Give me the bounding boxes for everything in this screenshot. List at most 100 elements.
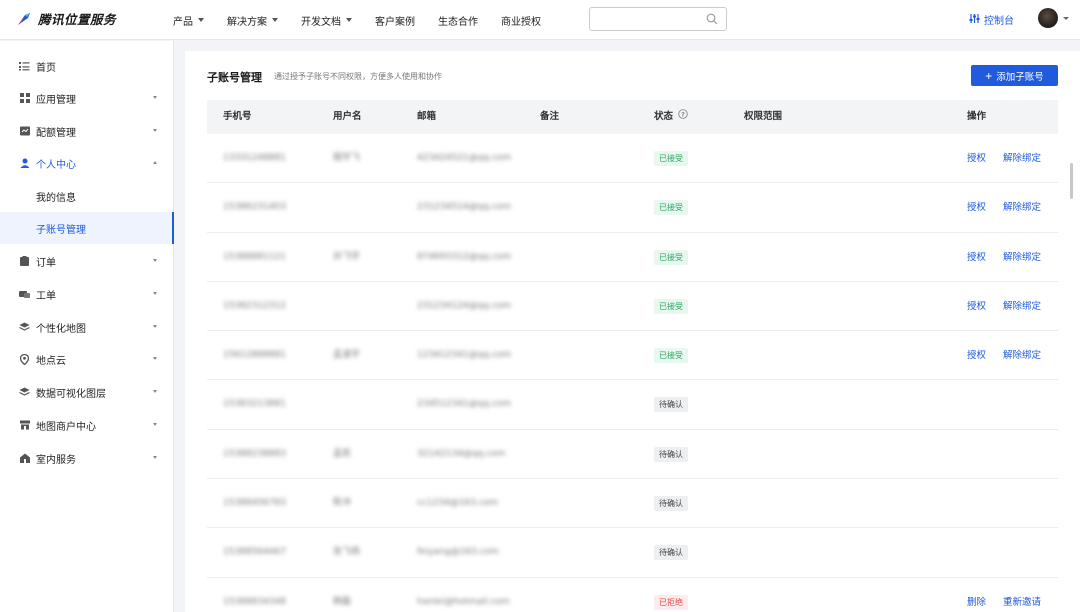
row-action-link[interactable]: 授权: [967, 183, 986, 232]
sidebar-item-tickets[interactable]: 工单: [0, 278, 174, 310]
chevron-down-icon: [153, 292, 157, 295]
ticket-icon: [19, 289, 30, 300]
cell-email: cc1234@163.com: [417, 498, 499, 509]
sidebar-item-custom-map[interactable]: 个性化地图: [0, 311, 174, 343]
nav-label: 客户案例: [375, 16, 415, 28]
chevron-up-icon: [153, 161, 157, 164]
status-badge: 已接受: [654, 298, 688, 314]
sidebar-item-personal-center[interactable]: 个人中心: [0, 147, 174, 179]
row-action-link[interactable]: 重新邀请: [1003, 578, 1041, 612]
row-action-link[interactable]: 解除绑定: [1003, 134, 1041, 183]
cell-phone: 15386231403: [223, 202, 286, 213]
status-badge: 已接受: [654, 200, 688, 216]
cell-phone: 15383213881: [223, 399, 286, 410]
sidebar-item-data-viz[interactable]: 数据可视化图层: [0, 376, 174, 408]
cell-email: 32142134@qq.com: [417, 448, 506, 459]
status-badge: 待确认: [654, 446, 688, 462]
main-panel: 子账号管理 通过授予子账号不同权限，方便多人使用和协作 + 添加子账号 手机号 …: [185, 51, 1080, 612]
console-link[interactable]: 控制台: [969, 12, 1014, 27]
sidebar-item-label: 个人中心: [36, 159, 76, 171]
row-action-link[interactable]: 解除绑定: [1003, 282, 1041, 331]
caret-down-icon: [272, 18, 278, 22]
nav-label: 产品: [173, 16, 193, 28]
search-icon[interactable]: [706, 13, 718, 28]
status-badge: 已接受: [654, 348, 688, 364]
nav-item-solutions[interactable]: 解决方案: [227, 13, 278, 28]
sidebar-item-orders[interactable]: 订单: [0, 245, 174, 277]
nav-item-product[interactable]: 产品: [173, 13, 204, 28]
sidebar-item-label: 室内服务: [36, 454, 76, 466]
table-body: 13331248881 程宇飞 423424521@qq.com 已接受 授权 解除绑定 1…: [207, 134, 1058, 612]
table-row: 15612888881 孟凌宇 123412341@qq.com 已接受 授权 解除绑定: [207, 331, 1058, 381]
chevron-down-icon: [153, 357, 157, 360]
sidebar-item-merchant-center[interactable]: 地图商户中心: [0, 409, 174, 441]
sidebar-item-label: 子账号管理: [36, 224, 86, 236]
chevron-down-icon: [153, 259, 157, 262]
help-icon[interactable]: ?: [678, 100, 688, 134]
sidebar-item-label: 个性化地图: [36, 323, 86, 335]
table-row: 15388881121 孙飞宇 874693312@qq.com 已接受 授权 解除绑定: [207, 233, 1058, 282]
sidebar-item-label: 工单: [36, 290, 56, 302]
sliders-icon: [969, 13, 980, 27]
sidebar-item-label: 地点云: [36, 355, 66, 367]
row-action-link[interactable]: 授权: [967, 331, 986, 380]
quota-icon: [19, 126, 30, 137]
plus-icon: +: [985, 68, 993, 83]
table-row: 15383213881 234512341@qq.com 待确认: [207, 380, 1058, 430]
cell-phone: 15388881121: [223, 251, 286, 262]
row-action-link[interactable]: 授权: [967, 282, 986, 331]
nav-item-license[interactable]: 商业授权: [501, 13, 541, 28]
sidebar-item-my-info[interactable]: 我的信息: [0, 180, 174, 212]
cell-email: hanlei@hotmail.com: [417, 596, 510, 607]
add-sub-account-button[interactable]: + 添加子账号: [971, 65, 1058, 86]
chevron-down-icon: [153, 390, 157, 393]
column-header-phone: 手机号: [223, 111, 252, 122]
main-nav: 产品 解决方案 开发文档 客户案例 生态合作 商业授权: [173, 0, 564, 40]
page-description: 通过授予子账号不同权限，方便多人使用和协作: [274, 72, 442, 81]
scrollbar[interactable]: [1070, 163, 1073, 199]
search-input[interactable]: [596, 8, 706, 30]
table-header: 手机号 用户名 邮箱 备注 状态 ? 权限范围 操作: [207, 100, 1058, 134]
logo[interactable]: 腾讯位置服务: [16, 9, 116, 28]
nav-item-cases[interactable]: 客户案例: [375, 13, 415, 28]
user-menu[interactable]: [1038, 8, 1069, 28]
nav-label: 开发文档: [301, 16, 341, 28]
chevron-down-icon: [153, 129, 157, 132]
nav-item-partners[interactable]: 生态合作: [438, 13, 478, 28]
logo-icon: [16, 11, 32, 27]
avatar[interactable]: [1038, 8, 1058, 28]
caret-down-icon: [198, 18, 204, 22]
row-action-link[interactable]: 解除绑定: [1003, 183, 1041, 232]
sidebar-item-label: 应用管理: [36, 94, 76, 106]
chevron-down-icon: [153, 423, 157, 426]
row-action-link[interactable]: 授权: [967, 233, 986, 282]
table-row: 15388456783 陈冲 cc1234@163.com 待确认: [207, 479, 1058, 529]
status-badge: 已拒绝: [654, 594, 688, 610]
cell-email: 231234514@qq.com: [417, 202, 512, 213]
row-action-link[interactable]: 解除绑定: [1003, 331, 1041, 380]
sidebar-item-quota[interactable]: 配额管理: [0, 115, 174, 147]
row-action-link[interactable]: 解除绑定: [1003, 233, 1041, 282]
sidebar-item-home[interactable]: 首页: [0, 50, 174, 82]
sidebar-item-label: 订单: [36, 257, 56, 269]
sidebar-item-sub-accounts[interactable]: 子账号管理: [0, 212, 174, 244]
search-box[interactable]: [589, 7, 727, 31]
layers-icon: [19, 387, 30, 398]
sidebar-item-place-cloud[interactable]: 地点云: [0, 343, 174, 375]
sidebar-item-apps[interactable]: 应用管理: [0, 82, 174, 114]
cell-phone: 15382312312: [223, 300, 286, 311]
sidebar-item-indoor[interactable]: 室内服务: [0, 442, 174, 474]
column-header-note: 备注: [540, 111, 560, 122]
nav-label: 生态合作: [438, 16, 478, 28]
cell-username: 孟凌宇: [333, 350, 361, 361]
row-action-link[interactable]: 删除: [967, 578, 986, 612]
column-header-username: 用户名: [333, 111, 362, 122]
nav-item-docs[interactable]: 开发文档: [301, 13, 352, 28]
sidebar-item-label: 数据可视化图层: [36, 388, 106, 400]
cell-phone: 15388834348: [223, 596, 286, 607]
row-action-link[interactable]: 授权: [967, 134, 986, 183]
chevron-down-icon: [153, 325, 157, 328]
cell-email: feiyang@163.com: [417, 547, 499, 558]
caret-down-icon: [1063, 16, 1069, 20]
nav-label: 商业授权: [501, 16, 541, 28]
